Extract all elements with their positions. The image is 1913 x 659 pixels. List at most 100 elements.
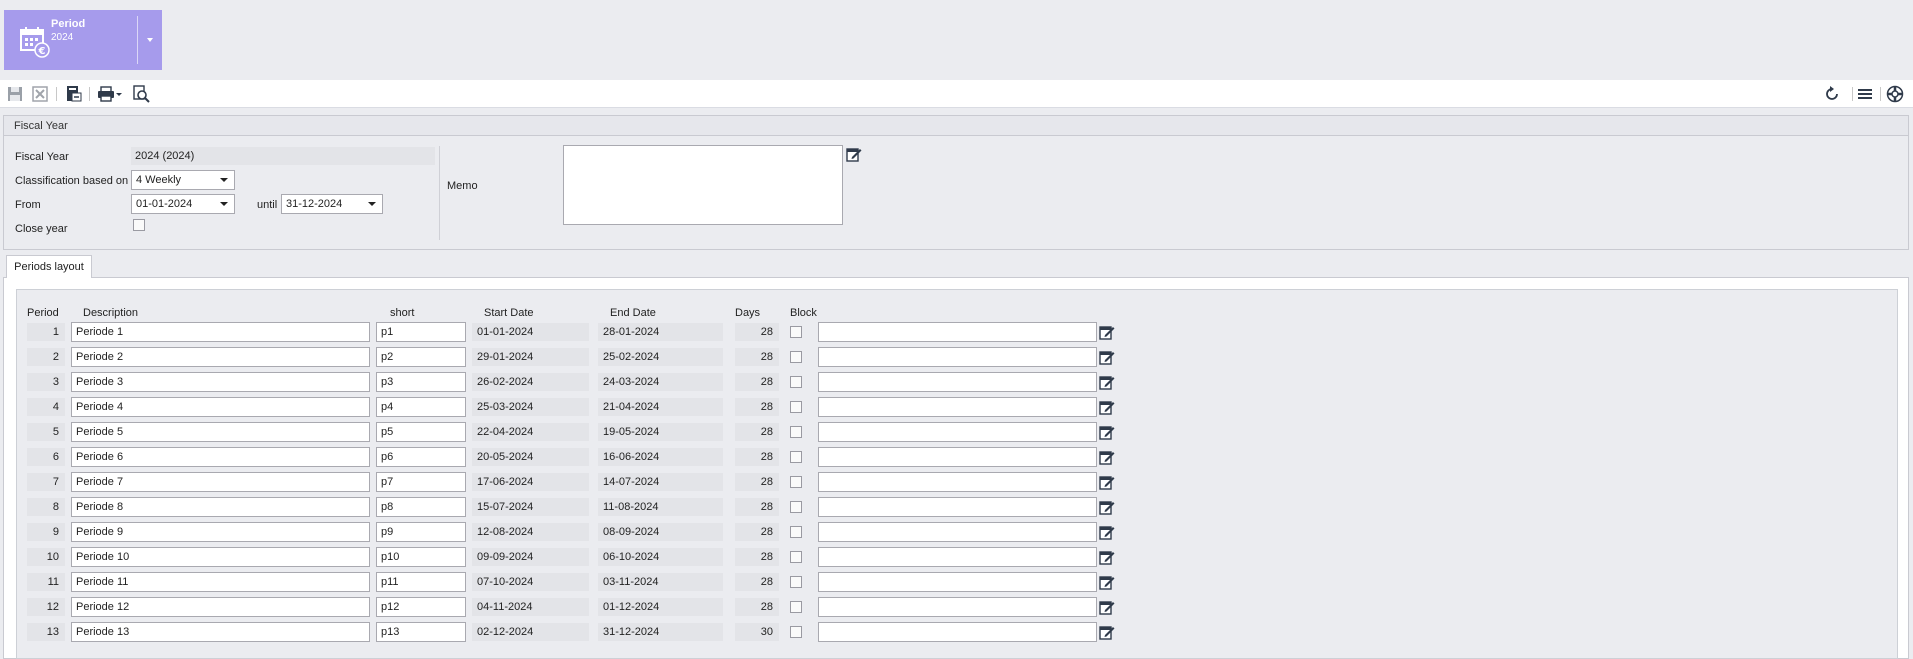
edit-row-memo-icon[interactable] [1099,499,1115,515]
period-tile[interactable]: € Period 2024 [4,10,162,70]
description-input[interactable]: Periode 5 [71,422,370,442]
short-input[interactable]: p10 [376,547,466,567]
description-input[interactable]: Periode 1 [71,322,370,342]
edit-row-memo-icon[interactable] [1099,399,1115,415]
row-memo-input[interactable] [818,522,1097,542]
description-input[interactable]: Periode 11 [71,572,370,592]
block-checkbox[interactable] [790,351,802,363]
start-date-cell: 29-01-2024 [472,348,589,366]
short-input[interactable]: p13 [376,622,466,642]
refresh-icon[interactable] [1823,85,1841,103]
edit-row-memo-icon[interactable] [1099,349,1115,365]
row-memo-input[interactable] [818,372,1097,392]
description-input[interactable]: Periode 10 [71,547,370,567]
short-input[interactable]: p7 [376,472,466,492]
export-icon[interactable] [64,85,82,103]
block-checkbox[interactable] [790,426,802,438]
menu-icon[interactable] [1856,85,1874,103]
edit-row-memo-icon[interactable] [1099,424,1115,440]
period-number-cell: 7 [27,473,65,491]
block-checkbox[interactable] [790,626,802,638]
block-checkbox[interactable] [790,501,802,513]
description-input[interactable]: Periode 2 [71,347,370,367]
description-input[interactable]: Periode 9 [71,522,370,542]
row-memo-input[interactable] [818,322,1097,342]
short-input[interactable]: p12 [376,597,466,617]
block-checkbox[interactable] [790,576,802,588]
description-input[interactable]: Periode 8 [71,497,370,517]
help-icon[interactable] [1886,85,1904,103]
block-checkbox[interactable] [790,551,802,563]
end-date-cell: 21-04-2024 [598,398,723,416]
edit-row-memo-icon[interactable] [1099,574,1115,590]
row-memo-input[interactable] [818,472,1097,492]
period-number-cell: 5 [27,423,65,441]
period-number-cell: 10 [27,548,65,566]
row-memo-input[interactable] [818,572,1097,592]
description-input[interactable]: Periode 7 [71,472,370,492]
block-checkbox[interactable] [790,451,802,463]
edit-row-memo-icon[interactable] [1099,474,1115,490]
periods-grid: Period Description short Start Date End … [16,289,1898,659]
row-memo-input[interactable] [818,347,1097,367]
edit-row-memo-icon[interactable] [1099,549,1115,565]
fiscal-year-value: 2024 (2024) [131,147,435,165]
short-input[interactable]: p4 [376,397,466,417]
from-date-select[interactable]: 01-01-2024 [131,194,235,214]
edit-row-memo-icon[interactable] [1099,324,1115,340]
period-tile-main[interactable]: € Period 2024 [4,10,137,70]
until-date-select[interactable]: 31-12-2024 [281,194,383,214]
start-date-cell: 20-05-2024 [472,448,589,466]
row-memo-input[interactable] [818,547,1097,567]
block-checkbox[interactable] [790,326,802,338]
short-input[interactable]: p9 [376,522,466,542]
days-cell: 28 [735,323,779,341]
tab-periods-layout[interactable]: Periods layout [6,255,92,278]
edit-memo-icon[interactable] [846,146,862,162]
row-memo-input[interactable] [818,497,1097,517]
short-input[interactable]: p2 [376,347,466,367]
block-checkbox[interactable] [790,376,802,388]
save-icon[interactable] [6,85,24,103]
print-icon[interactable] [97,85,123,103]
row-memo-input[interactable] [818,422,1097,442]
edit-row-memo-icon[interactable] [1099,624,1115,640]
fiscal-year-panel-header: Fiscal Year [4,116,1908,136]
edit-row-memo-icon[interactable] [1099,449,1115,465]
short-input[interactable]: p5 [376,422,466,442]
description-input[interactable]: Periode 3 [71,372,370,392]
short-input[interactable]: p11 [376,572,466,592]
row-memo-input[interactable] [818,622,1097,642]
row-memo-input[interactable] [818,447,1097,467]
description-input[interactable]: Periode 6 [71,447,370,467]
edit-row-memo-icon[interactable] [1099,374,1115,390]
short-input[interactable]: p1 [376,322,466,342]
short-input[interactable]: p6 [376,447,466,467]
edit-row-memo-icon[interactable] [1099,524,1115,540]
tile-dropdown-button[interactable] [138,10,162,70]
memo-field[interactable] [563,145,843,225]
period-number-cell: 2 [27,348,65,366]
end-date-cell: 16-06-2024 [598,448,723,466]
discard-icon[interactable] [31,85,49,103]
edit-row-memo-icon[interactable] [1099,599,1115,615]
table-row: 6 Periode 6 p6 20-05-2024 16-06-2024 28 [17,447,1117,469]
description-input[interactable]: Periode 4 [71,397,370,417]
memo-label: Memo [447,180,478,192]
block-checkbox[interactable] [790,601,802,613]
description-input[interactable]: Periode 13 [71,622,370,642]
block-checkbox[interactable] [790,476,802,488]
block-checkbox[interactable] [790,401,802,413]
row-memo-input[interactable] [818,397,1097,417]
preview-icon[interactable] [132,85,150,103]
classification-select[interactable]: 4 Weekly [131,170,235,190]
close-year-checkbox[interactable] [133,219,145,231]
short-input[interactable]: p8 [376,497,466,517]
end-date-cell: 31-12-2024 [598,623,723,641]
row-memo-input[interactable] [818,597,1097,617]
description-input[interactable]: Periode 12 [71,597,370,617]
short-input[interactable]: p3 [376,372,466,392]
column-header-days: Days [735,307,761,319]
start-date-cell: 15-07-2024 [472,498,589,516]
block-checkbox[interactable] [790,526,802,538]
